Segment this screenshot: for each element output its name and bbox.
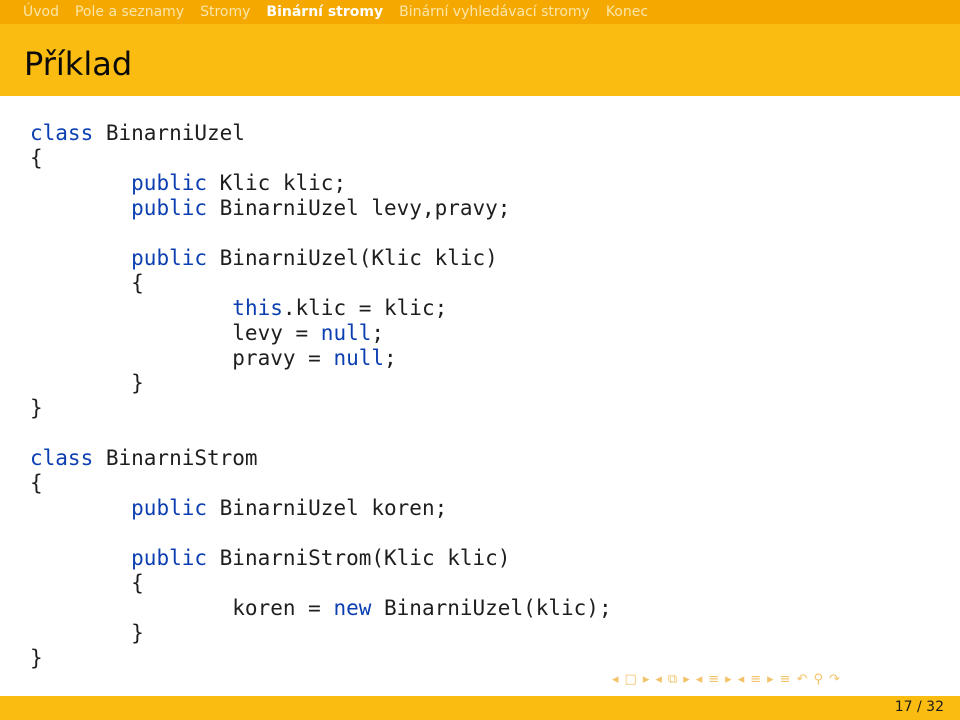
code-keyword: public (131, 196, 208, 220)
code-keyword: public (131, 496, 208, 520)
code-line: public BinarniStrom(Klic klic) (30, 546, 612, 571)
chapter-icon[interactable]: ≡ (750, 672, 761, 687)
code-text: { (30, 571, 144, 595)
next-subsection-icon[interactable]: ▸ (683, 672, 690, 687)
nav-item-4[interactable]: Binární vyhledávací stromy (399, 4, 590, 20)
code-keyword: new (333, 596, 372, 620)
code-text: BinarniUzel(klic); (371, 596, 612, 620)
search-icon[interactable]: ⚲ (813, 672, 823, 687)
code-line: { (30, 146, 612, 171)
code-keyword: public (131, 246, 208, 270)
code-line: class BinarniStrom (30, 446, 612, 471)
code-text: levy = (30, 321, 321, 345)
code-text: } (30, 396, 43, 420)
code-text: } (30, 646, 43, 670)
code-text: ; (371, 321, 385, 345)
code-line: } (30, 371, 612, 396)
prev-frame-icon[interactable]: ◂ (612, 672, 619, 687)
subsection-icon[interactable]: ⧉ (668, 672, 677, 687)
code-listing: class BinarniUzel{ public Klic klic; pub… (30, 121, 612, 671)
code-text: { (30, 271, 144, 295)
code-keyword: class (30, 446, 94, 470)
nav-item-0[interactable]: Úvod (23, 4, 59, 20)
prev-chapter-icon[interactable]: ◂ (738, 672, 745, 687)
code-keyword: this (232, 296, 283, 320)
next-chapter-icon[interactable]: ▸ (767, 672, 774, 687)
code-text: BinarniStrom(Klic klic) (207, 546, 511, 570)
code-keyword: class (30, 121, 94, 145)
code-text: Klic klic; (207, 171, 347, 195)
beamer-navigation-symbols: ◂ □ ▸ ◂ ⧉ ▸ ◂ ≡ ▸ ◂ ≡ ▸ ≡ ↶ ⚲ ↷ (612, 672, 840, 687)
code-line: { (30, 571, 612, 596)
prev-section-icon[interactable]: ◂ (696, 672, 703, 687)
page-counter: 17 / 32 (894, 699, 944, 715)
nav-item-2[interactable]: Stromy (200, 4, 250, 20)
code-line: public Klic klic; (30, 171, 612, 196)
code-text: { (30, 471, 43, 495)
frame-title: Příklad (24, 45, 133, 83)
code-line: levy = null; (30, 321, 612, 346)
code-text: { (30, 146, 43, 170)
code-line: public BinarniUzel(Klic klic) (30, 246, 612, 271)
redo-icon[interactable]: ↷ (829, 672, 840, 687)
code-text: pravy = (30, 346, 334, 370)
code-line: public BinarniUzel koren; (30, 496, 612, 521)
nav-item-1[interactable]: Pole a seznamy (75, 4, 184, 20)
presentation-icon[interactable]: ≡ (780, 672, 791, 687)
code-keyword: public (131, 171, 208, 195)
code-text: } (30, 621, 144, 645)
code-line: } (30, 646, 612, 671)
section-navbar: Úvod Pole a seznamy Stromy Binární stromy Bi… (0, 0, 960, 24)
code-line: { (30, 471, 612, 496)
nav-item-3[interactable]: Binární stromy (266, 4, 383, 20)
prev-subsection-icon[interactable]: ◂ (655, 672, 662, 687)
code-line: pravy = null; (30, 346, 612, 371)
code-keyword: null (320, 321, 372, 345)
code-line: koren = new BinarniUzel(klic); (30, 596, 612, 621)
code-line: public BinarniUzel levy,pravy; (30, 196, 612, 221)
undo-icon[interactable]: ↶ (797, 672, 808, 687)
code-text: BinarniUzel(Klic klic) (207, 246, 498, 270)
code-text: koren = (30, 596, 334, 620)
code-text: BinarniStrom (93, 446, 258, 470)
footer-bar (0, 696, 960, 720)
code-line: this.klic = klic; (30, 296, 612, 321)
next-section-icon[interactable]: ▸ (725, 672, 732, 687)
code-text: ; (384, 346, 397, 370)
code-line: { (30, 271, 612, 296)
frame-icon[interactable]: □ (625, 672, 637, 687)
nav-item-5[interactable]: Konec (606, 4, 648, 20)
code-text: .klic = klic; (282, 296, 448, 320)
code-text: BinarniUzel (93, 121, 245, 145)
code-text: BinarniUzel koren; (207, 496, 448, 520)
section-icon[interactable]: ≡ (708, 672, 719, 687)
code-line: } (30, 396, 612, 421)
code-text: } (30, 371, 144, 395)
frame-title-bar (0, 24, 960, 96)
next-frame-icon[interactable]: ▸ (643, 672, 650, 687)
code-text: BinarniUzel levy,pravy; (207, 196, 511, 220)
code-line: class BinarniUzel (30, 121, 612, 146)
code-keyword: null (333, 346, 385, 370)
code-line: } (30, 621, 612, 646)
code-keyword: public (131, 546, 208, 570)
